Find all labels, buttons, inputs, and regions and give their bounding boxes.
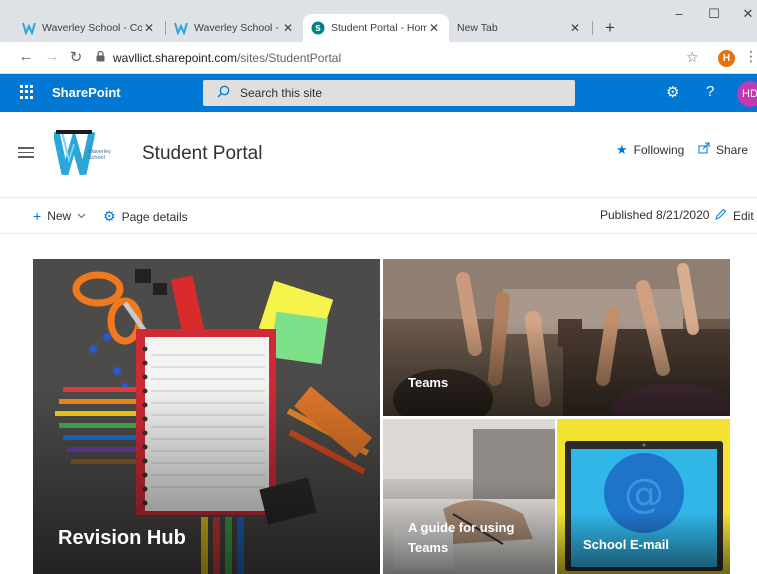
settings-gear-icon[interactable]: ⚙: [666, 83, 679, 101]
tile-caption: A guide for using Teams: [408, 520, 515, 555]
new-label: New: [47, 209, 72, 223]
maximize-button[interactable]: ☐: [699, 6, 729, 22]
site-header: Waverley School Student Portal ★ Followi…: [0, 112, 757, 198]
tile-gradient: [383, 321, 730, 416]
svg-text:S: S: [315, 24, 321, 33]
tab-divider: [592, 21, 593, 35]
profile-avatar[interactable]: H: [718, 50, 735, 67]
help-icon[interactable]: ?: [706, 83, 714, 100]
site-search-input[interactable]: Search this site: [203, 80, 575, 106]
forward-arrow-icon[interactable]: →: [42, 48, 62, 65]
share-label: Share: [716, 142, 749, 157]
following-button[interactable]: ★ Following: [616, 142, 684, 158]
share-icon: [698, 142, 710, 157]
user-avatar[interactable]: HD: [737, 81, 757, 107]
waverley-favicon-icon: [174, 22, 188, 35]
lock-icon: [96, 50, 105, 65]
close-tab-icon[interactable]: ✕: [568, 21, 582, 35]
hero-tile-revision-hub[interactable]: Revision Hub: [33, 259, 380, 574]
page-details-label: Page details: [121, 209, 188, 224]
plus-icon: +: [33, 208, 42, 224]
app-launcher-icon[interactable]: [20, 85, 34, 99]
pencil-icon: [714, 208, 727, 224]
svg-text:@: @: [624, 471, 664, 517]
bookmark-star-icon[interactable]: ☆: [686, 49, 699, 66]
browser-tab[interactable]: Waverley School - Cov ✕: [166, 14, 303, 42]
sharepoint-favicon-icon: S: [311, 21, 325, 35]
following-label: Following: [633, 143, 685, 157]
url-host: wavllict.sharepoint.com: [113, 51, 238, 65]
sharepoint-suite-bar: SharePoint Search this site ⚙ ? HD: [0, 74, 757, 112]
hero-tile-guide-for-using-teams[interactable]: A guide for using Teams: [383, 419, 555, 574]
close-tab-icon[interactable]: ✕: [281, 21, 295, 35]
sharepoint-brand[interactable]: SharePoint: [52, 85, 121, 100]
edit-button[interactable]: Edit: [714, 208, 754, 224]
close-tab-icon[interactable]: ✕: [427, 21, 441, 35]
new-tab-button[interactable]: +: [600, 18, 620, 38]
published-status: Published 8/21/2020: [600, 208, 710, 222]
tab-title: Student Portal - Home: [331, 22, 427, 34]
browser-toolbar: ← → ↻ wavllict.sharepoint.com/sites/Stud…: [0, 42, 757, 74]
waverley-favicon-icon: [22, 22, 36, 35]
search-placeholder: Search this site: [240, 86, 323, 100]
browser-tab[interactable]: New Tab ✕: [449, 14, 590, 42]
edit-label: Edit: [733, 209, 754, 223]
logo-text: Waverley School: [88, 149, 111, 161]
gear-icon: ⚙: [103, 208, 116, 224]
page-details-button[interactable]: ⚙ Page details: [103, 208, 188, 225]
address-bar[interactable]: wavllict.sharepoint.com/sites/StudentPor…: [96, 46, 676, 70]
search-icon: [217, 85, 230, 101]
chevron-down-icon: [77, 211, 86, 222]
tab-title: New Tab: [457, 22, 498, 34]
browser-tab-active[interactable]: S Student Portal - Home ✕: [303, 14, 449, 42]
close-window-button[interactable]: ✕: [733, 6, 757, 22]
close-tab-icon[interactable]: ✕: [142, 21, 156, 35]
url-path: /sites/StudentPortal: [237, 51, 342, 65]
tile-caption: Revision Hub: [58, 527, 186, 549]
site-title[interactable]: Student Portal: [142, 143, 262, 165]
hero-tile-teams[interactable]: Teams: [383, 259, 730, 416]
hero-web-part: Revision Hub Teams A guide for using Tea…: [33, 259, 730, 574]
hero-tile-school-email[interactable]: @ School E-mail: [557, 419, 730, 574]
new-button[interactable]: + New: [33, 208, 86, 224]
tile-caption: School E-mail: [583, 537, 669, 552]
tab-title: Waverley School - Cov: [194, 22, 281, 34]
share-button[interactable]: Share: [698, 142, 748, 157]
command-bar: + New ⚙ Page details Published 8/21/2020…: [0, 198, 757, 234]
star-filled-icon: ★: [616, 142, 628, 157]
browser-tab-strip: Waverley School - Cov ✕ Waverley School …: [0, 0, 757, 42]
minimize-button[interactable]: –: [664, 6, 694, 21]
hamburger-menu-icon[interactable]: [18, 147, 34, 161]
more-menu-icon[interactable]: ⋮: [744, 48, 757, 65]
tab-title: Waverley School - Cov: [42, 22, 142, 34]
browser-tab[interactable]: Waverley School - Cov ✕: [14, 14, 164, 42]
back-arrow-icon[interactable]: ←: [16, 48, 36, 65]
reload-icon[interactable]: ↻: [66, 48, 86, 66]
tile-caption: Teams: [408, 375, 449, 390]
